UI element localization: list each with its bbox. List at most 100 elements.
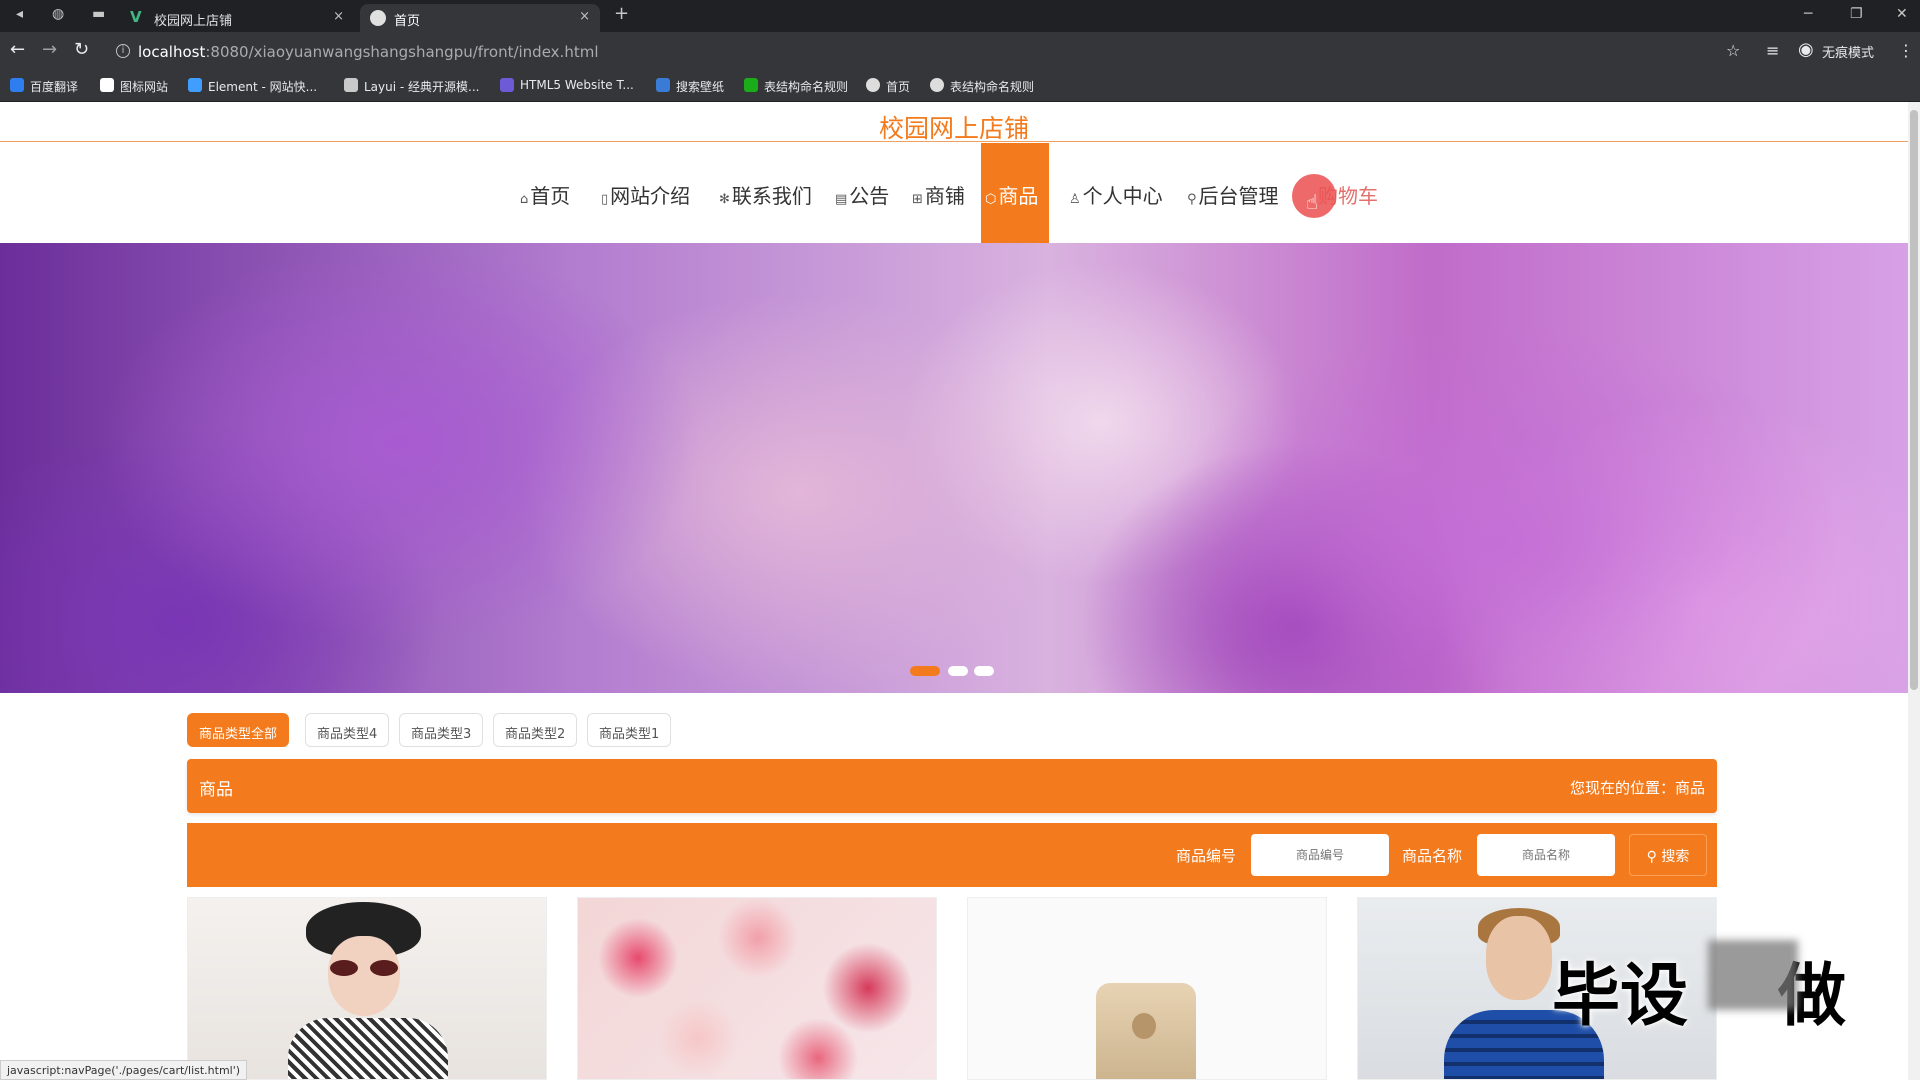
address-bar-row: ← → ↻ i localhost:8080/xiaoyuanwangshang… bbox=[0, 32, 1920, 70]
category-tab-1[interactable]: 商品类型1 bbox=[587, 713, 672, 747]
grid-icon: ⊞ bbox=[912, 192, 923, 207]
nav-products[interactable]: ⬡ 商品 bbox=[981, 143, 1049, 243]
globe-icon bbox=[866, 78, 880, 92]
status-url: javascript:navPage('./pages/cart/list.ht… bbox=[0, 1060, 248, 1080]
product-image-face bbox=[328, 936, 400, 1016]
doc-icon: ▯ bbox=[601, 192, 609, 207]
category-tab-4[interactable]: 商品类型4 bbox=[305, 713, 390, 747]
nav-home[interactable]: ⌂ 首页 bbox=[520, 143, 570, 243]
category-tab-3[interactable]: 商品类型3 bbox=[399, 713, 484, 747]
product-image-head bbox=[1486, 916, 1552, 1000]
product-image-dress bbox=[288, 1018, 448, 1079]
doc-icon bbox=[744, 78, 758, 92]
tab-title: 首页 bbox=[394, 14, 421, 29]
site-info-icon[interactable]: i bbox=[116, 44, 130, 58]
vue-icon: V bbox=[130, 8, 142, 26]
page-scrollbar[interactable] bbox=[1908, 102, 1920, 1080]
incognito-label: 无痕模式 bbox=[1822, 46, 1875, 61]
banner-carousel[interactable] bbox=[0, 243, 1908, 693]
product-name-label: 商品名称 bbox=[1402, 847, 1463, 865]
url-host: localhost bbox=[138, 43, 206, 61]
home-icon: ⌂ bbox=[520, 192, 529, 207]
link-icon: ⚲ bbox=[1187, 192, 1197, 207]
nav-profile[interactable]: ♙ 个人中心 bbox=[1069, 143, 1163, 243]
apple-logo-icon bbox=[1132, 1013, 1156, 1039]
search-icon: ⚲ bbox=[1646, 849, 1657, 865]
site-title: 校园网上店铺 bbox=[0, 102, 1908, 143]
tab-shop[interactable]: V 校园网上店铺 × bbox=[120, 4, 354, 32]
product-card[interactable] bbox=[187, 897, 547, 1080]
carousel-dot[interactable] bbox=[974, 666, 994, 676]
reload-icon[interactable]: ↻ bbox=[74, 41, 89, 59]
product-code-label: 商品编号 bbox=[1176, 847, 1237, 865]
bookmarks-bar: 百度翻译 图标网站 Element - 网站快... Layui - 经典开源模… bbox=[0, 70, 1920, 102]
bookmark-item[interactable]: Element - 网站快... bbox=[188, 78, 317, 95]
category-tab-2[interactable]: 商品类型2 bbox=[493, 713, 578, 747]
translate-icon bbox=[10, 78, 24, 92]
tab-home[interactable]: 首页 × bbox=[360, 4, 600, 32]
tab-title: 校园网上店铺 bbox=[154, 14, 233, 29]
search-button[interactable]: ⚲ 搜索 bbox=[1629, 834, 1707, 876]
main-nav: ⌂ 首页 ▯ 网站介绍 ✻ 联系我们 ▤ 公告 ⊞ 商铺 ⬡ 商品 ♙ 个人中心 ⚲ 后台管理 … bbox=[0, 143, 1908, 243]
product-image-glasses bbox=[330, 960, 398, 976]
window-close-icon[interactable]: ✕ bbox=[1896, 6, 1908, 22]
bookmark-item[interactable]: 首页 bbox=[866, 78, 910, 95]
bookmark-item[interactable]: 表结构命名规则 bbox=[930, 78, 1034, 95]
product-card[interactable] bbox=[967, 897, 1327, 1080]
bookmark-star-icon[interactable]: ☆ bbox=[1726, 41, 1740, 60]
wallpaper-icon bbox=[656, 78, 670, 92]
product-name-input[interactable] bbox=[1477, 834, 1615, 876]
nav-admin[interactable]: ⚲ 后台管理 bbox=[1187, 143, 1279, 243]
product-code-input[interactable] bbox=[1251, 834, 1389, 876]
window-icon[interactable]: ▬ bbox=[92, 6, 105, 22]
breadcrumb: 您现在的位置：商品 bbox=[1569, 779, 1705, 797]
bookmark-item[interactable]: 表结构命名规则 bbox=[744, 78, 848, 95]
carousel-dots bbox=[910, 666, 1000, 678]
carousel-dot[interactable] bbox=[948, 666, 968, 676]
back-arrow-icon[interactable]: ← bbox=[10, 41, 25, 59]
notice-icon: ▤ bbox=[835, 192, 848, 207]
product-image-phone bbox=[1096, 983, 1196, 1079]
new-tab-button[interactable]: + bbox=[614, 3, 629, 24]
minimize-icon[interactable]: ─ bbox=[1804, 6, 1812, 22]
category-tab-all[interactable]: 商品类型全部 bbox=[187, 713, 290, 747]
nav-contact[interactable]: ✻ 联系我们 bbox=[719, 143, 812, 243]
carousel-dot[interactable] bbox=[910, 666, 940, 676]
bookmark-item[interactable]: 图标网站 bbox=[100, 78, 168, 95]
snowflake-icon: ✻ bbox=[719, 192, 730, 207]
nav-notice[interactable]: ▤ 公告 bbox=[835, 143, 889, 243]
tab-close-icon[interactable]: × bbox=[333, 9, 344, 24]
globe-icon[interactable]: ◍ bbox=[52, 6, 64, 22]
user-icon: ♙ bbox=[1069, 192, 1081, 207]
nav-shops[interactable]: ⊞ 商铺 bbox=[912, 143, 965, 243]
reading-list-icon[interactable]: ≡ bbox=[1766, 41, 1779, 60]
globe-icon bbox=[370, 10, 386, 26]
tab-search-icon[interactable]: ◂ bbox=[16, 6, 23, 22]
html5-icon bbox=[500, 78, 514, 92]
hand-cursor-icon: ☝ bbox=[1306, 190, 1319, 214]
restore-icon[interactable]: ❐ bbox=[1850, 6, 1863, 22]
page-viewport: 校园网上店铺 ⌂ 首页 ▯ 网站介绍 ✻ 联系我们 ▤ 公告 ⊞ 商铺 ⬡ 商品 ♙ 个人中心… bbox=[0, 102, 1908, 1080]
bookmark-item[interactable]: HTML5 Website T... bbox=[500, 78, 634, 92]
more-menu-icon[interactable]: ⋮ bbox=[1898, 41, 1914, 60]
bookmark-item[interactable]: Layui - 经典开源模... bbox=[344, 78, 479, 95]
tag-icon: ⬡ bbox=[985, 192, 997, 207]
incognito-icon[interactable]: ◉ bbox=[1798, 39, 1814, 60]
section-title: 商品 bbox=[199, 780, 233, 800]
element-icon bbox=[188, 78, 202, 92]
bookmark-item[interactable]: 百度翻译 bbox=[10, 78, 78, 95]
search-form: 商品编号 商品名称 ⚲ 搜索 bbox=[187, 823, 1717, 887]
watermark-text: 毕设做 bbox=[1552, 957, 1847, 1036]
tab-close-icon[interactable]: × bbox=[579, 9, 590, 24]
forward-arrow-icon[interactable]: → bbox=[42, 41, 57, 59]
watermark-blur bbox=[1708, 940, 1798, 1010]
url-input[interactable]: i localhost:8080/xiaoyuanwangshangshangp… bbox=[112, 39, 1752, 65]
section-header: 商品 您现在的位置：商品 bbox=[187, 759, 1717, 813]
flag-icon bbox=[100, 78, 114, 92]
globe-icon bbox=[930, 78, 944, 92]
nav-about[interactable]: ▯ 网站介绍 bbox=[601, 143, 690, 243]
product-card[interactable] bbox=[577, 897, 937, 1080]
scrollbar-thumb[interactable] bbox=[1910, 110, 1918, 690]
layui-icon bbox=[344, 78, 358, 92]
bookmark-item[interactable]: 搜索壁纸 bbox=[656, 78, 724, 95]
